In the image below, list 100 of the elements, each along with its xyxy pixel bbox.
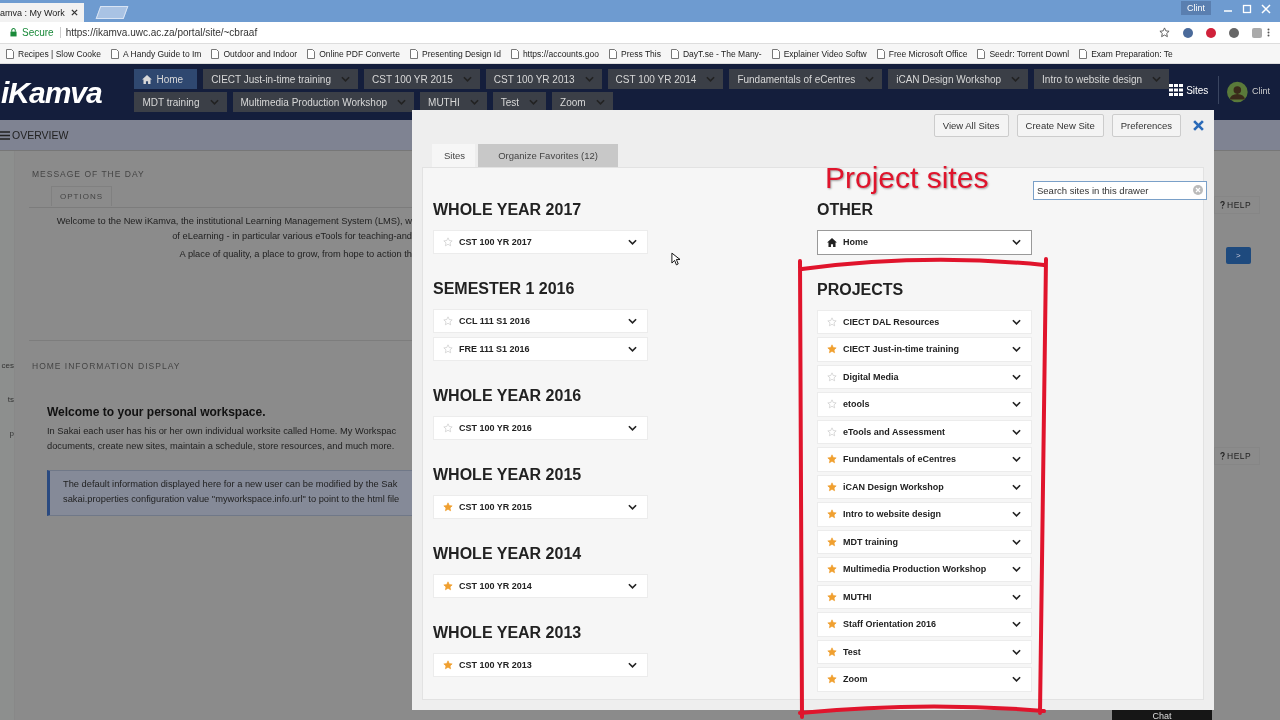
site-item[interactable]: etools: [817, 392, 1032, 417]
bookmark-link[interactable]: Explainer Video Softw: [771, 48, 867, 59]
site-name[interactable]: Home: [843, 237, 1006, 248]
site-item[interactable]: Test: [817, 639, 1032, 664]
sites-button[interactable]: Sites: [1169, 84, 1209, 96]
drawer-tab[interactable]: Organize Favorites (12): [478, 144, 618, 167]
user-name[interactable]: Clint: [1252, 86, 1270, 96]
action-button[interactable]: Create New Site: [1016, 114, 1104, 137]
site-item[interactable]: CST 100 YR 2015: [433, 494, 648, 519]
site-name[interactable]: Test: [843, 646, 1006, 657]
site-name[interactable]: Intro to website design: [843, 509, 1006, 520]
group-heading: WHOLE YEAR 2017: [433, 200, 583, 220]
site-name[interactable]: FRE 111 S1 2016: [459, 343, 622, 354]
chat-button[interactable]: Chat: [1112, 710, 1212, 720]
site-tab[interactable]: Zoom: [552, 92, 613, 112]
site-item[interactable]: iCAN Design Workshop: [817, 474, 1032, 499]
site-name[interactable]: CCL 111 S1 2016: [459, 316, 622, 326]
site-item[interactable]: CST 100 YR 2016: [433, 415, 648, 440]
secure-label: Secure: [22, 27, 61, 38]
group-heading: WHOLE YEAR 2015: [433, 464, 583, 485]
site-item[interactable]: Home: [817, 230, 1032, 255]
site-item[interactable]: CCL 111 S1 2016: [433, 309, 648, 333]
url-field[interactable]: https://ikamva.uwc.ac.za/portal/site/~cbraaf: [65, 27, 258, 38]
help-button[interactable]: HELP: [1214, 196, 1261, 214]
bookmark-link[interactable]: Press This: [608, 48, 661, 59]
site-name[interactable]: CST 100 YR 2014: [459, 580, 622, 591]
site-tab[interactable]: MDT training: [134, 92, 227, 112]
site-item[interactable]: MDT training: [817, 529, 1032, 554]
drawer-tab[interactable]: Sites: [432, 144, 476, 167]
browser-tab[interactable]: amva : My Work: [0, 3, 84, 22]
tool-link[interactable]: ces: [0, 361, 14, 395]
site-tab[interactable]: Intro to website design: [1034, 69, 1170, 89]
section-title: OVERVIEW: [12, 129, 69, 141]
bookmark-link[interactable]: A Handy Guide to Im: [111, 48, 202, 59]
bookmark-link[interactable]: https://accounts.goo: [510, 48, 599, 59]
section-title: MESSAGE OF THE DAY: [32, 169, 146, 179]
site-name[interactable]: CIECT Just-in-time training: [843, 344, 1006, 355]
bookmark-link[interactable]: Online PDF Converte: [307, 48, 400, 59]
site-item[interactable]: Digital Media: [817, 364, 1032, 389]
message-text: Welcome to the New iKamva, the institutional Learning Management System (LMS), w of eLearning - in particular various eTools for teaching-and: [55, 215, 412, 243]
site-item[interactable]: eTools and Assessment: [817, 419, 1032, 444]
site-name[interactable]: MUTHI: [843, 591, 1006, 602]
logo[interactable]: iKamva: [1, 76, 135, 110]
site-tab[interactable]: Fundamentals of eCentres: [729, 69, 883, 89]
site-tab[interactable]: iCAN Design Workshop: [888, 69, 1029, 89]
site-item[interactable]: FRE 111 S1 2016: [433, 336, 648, 361]
bookmark-link[interactable]: Exam Preparation: Te: [1079, 48, 1173, 59]
site-item[interactable]: Fundamentals of eCentres: [817, 447, 1032, 472]
tool-link[interactable]: p: [0, 429, 14, 463]
group-heading: WHOLE YEAR 2014: [433, 543, 583, 564]
site-item[interactable]: Staff Orientation 2016: [817, 612, 1032, 637]
site-name[interactable]: CIECT DAL Resources: [843, 316, 1006, 327]
site-item[interactable]: Intro to website design: [817, 502, 1032, 527]
info-text: In Sakai each user has his or her own individual worksite called Home. My Workspac documents, create new sites, maintain a schedule, store resources, and much more.: [47, 425, 398, 453]
site-item[interactable]: CIECT Just-in-time training: [817, 337, 1032, 362]
site-item[interactable]: CST 100 YR 2013: [433, 652, 648, 677]
site-name[interactable]: Staff Orientation 2016: [843, 619, 1006, 630]
help-button[interactable]: HELP: [1214, 447, 1261, 465]
site-item[interactable]: Zoom: [817, 667, 1032, 692]
site-item[interactable]: CST 100 YR 2014: [433, 573, 648, 598]
site-item[interactable]: MUTHI: [817, 584, 1032, 609]
site-item[interactable]: Multimedia Production Workshop: [817, 557, 1032, 582]
bookmark-link[interactable]: Seedr: Torrent Downl: [977, 48, 1070, 59]
tool-link[interactable]: ts: [0, 395, 14, 429]
go-button[interactable]: >: [1226, 247, 1251, 264]
site-name[interactable]: Digital Media: [843, 371, 1006, 382]
tagline-text: A place of quality, a place to grow, from hope to action th: [178, 248, 412, 261]
group-heading: OTHER: [817, 200, 874, 220]
site-tab[interactable]: CIECT Just-in-time training: [203, 69, 358, 89]
site-name[interactable]: CST 100 YR 2015: [459, 501, 622, 512]
site-name[interactable]: iCAN Design Workshop: [843, 481, 1006, 492]
site-tab[interactable]: CST 100 YR 2013: [485, 69, 602, 89]
site-item[interactable]: CIECT DAL Resources: [817, 309, 1032, 334]
site-name[interactable]: eTools and Assessment: [843, 426, 1006, 437]
site-tab[interactable]: CST 100 YR 2014: [607, 69, 724, 89]
bookmark-link[interactable]: Free Microsoft Office: [876, 48, 968, 59]
site-tab[interactable]: Home: [134, 69, 198, 89]
site-name[interactable]: CST 100 YR 2016: [459, 422, 622, 433]
search-field[interactable]: Search sites in this drawer: [1033, 181, 1207, 200]
welcome-heading: Welcome to your personal workspace.: [47, 405, 267, 419]
profile-button[interactable]: Clint: [1181, 1, 1211, 15]
action-button[interactable]: Preferences: [1111, 114, 1181, 137]
site-item[interactable]: CST 100 YR 2017: [433, 230, 648, 254]
site-tab[interactable]: Multimedia Production Workshop: [232, 92, 415, 112]
site-name[interactable]: Zoom: [843, 674, 1006, 685]
bookmark-link[interactable]: Recipes | Slow Cooke: [6, 48, 101, 59]
bookmark-link[interactable]: Presenting Design Id: [409, 48, 501, 59]
bookmark-link[interactable]: Outdoor and Indoor: [211, 48, 298, 59]
site-name[interactable]: CST 100 YR 2013: [459, 659, 622, 670]
bookmark-link[interactable]: DayT.se - The Many-: [670, 48, 762, 59]
site-tab[interactable]: MUTHI: [420, 92, 487, 112]
action-button[interactable]: View All Sites: [933, 114, 1009, 137]
site-tab[interactable]: CST 100 YR 2015: [364, 69, 480, 89]
site-name[interactable]: Fundamentals of eCentres: [843, 454, 1006, 465]
site-name[interactable]: Multimedia Production Workshop: [843, 564, 1006, 575]
info-note: The default information displayed here for a new user can be modified by the Sak sakai.properties configuration value "myworkspace.info.url" to point to the html file: [47, 470, 412, 516]
site-tab[interactable]: Test: [492, 92, 547, 112]
site-name[interactable]: MDT training: [843, 536, 1006, 547]
site-name[interactable]: etools: [843, 399, 1006, 410]
site-name[interactable]: CST 100 YR 2017: [459, 237, 622, 247]
